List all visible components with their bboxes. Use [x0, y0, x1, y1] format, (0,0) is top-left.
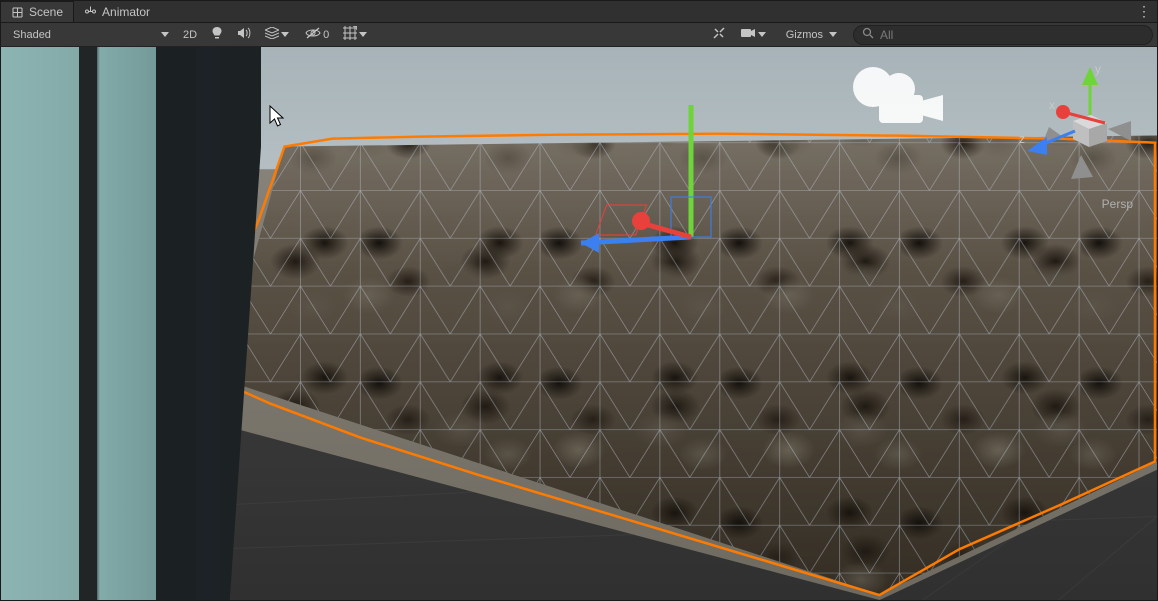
tools-button[interactable] [706, 25, 732, 45]
hidden-count: 0 [323, 29, 329, 41]
chevron-down-icon [279, 32, 291, 38]
wall-pillar [156, 47, 196, 600]
camera-gizmo-icon [849, 65, 945, 127]
chevron-down-icon [756, 32, 768, 38]
scene-toolbar: Shaded 2D 0 Gizmos [1, 23, 1157, 47]
camera-icon [740, 27, 756, 42]
tab-animator[interactable]: Animator [74, 1, 160, 22]
wall-pillar [79, 47, 97, 600]
tab-scene-label: Scene [29, 5, 63, 19]
2d-toggle-button[interactable]: 2D [177, 25, 203, 45]
hidden-objects-button[interactable]: 0 [299, 25, 335, 45]
shading-mode-label: Shaded [13, 29, 51, 41]
search-icon [862, 27, 874, 42]
axis-z-label: z [1019, 132, 1025, 146]
2d-label: 2D [183, 29, 197, 41]
grid-snap-icon [343, 26, 357, 43]
layers-icon [265, 27, 279, 42]
tab-animator-label: Animator [102, 5, 150, 19]
speaker-icon [237, 27, 251, 42]
lightbulb-icon [211, 26, 223, 43]
gizmos-dropdown-button[interactable]: Gizmos [776, 25, 845, 45]
orientation-gizmo[interactable]: y x z [1013, 59, 1143, 189]
axis-x-label: x [1049, 98, 1055, 112]
fx-dropdown-button[interactable] [259, 25, 297, 45]
tab-bar: Scene Animator ⋮ [1, 1, 1157, 23]
grid-dropdown-button[interactable] [337, 25, 375, 45]
scene-tab-icon [11, 6, 24, 19]
tab-bar-spacer [160, 1, 1131, 22]
chevron-down-icon [827, 32, 839, 38]
audio-toggle-button[interactable] [231, 25, 257, 45]
scene-search-field[interactable] [853, 25, 1153, 45]
eye-off-icon [305, 27, 321, 42]
scene-search-input[interactable] [880, 28, 1144, 42]
lighting-toggle-button[interactable] [205, 25, 229, 45]
projection-label[interactable]: Persp [1102, 197, 1133, 211]
gizmos-label: Gizmos [786, 29, 823, 41]
window-menu-button[interactable]: ⋮ [1131, 1, 1157, 22]
scene-window: Scene Animator ⋮ Shaded 2D 0 [0, 0, 1158, 601]
chevron-down-icon [159, 32, 171, 38]
shading-mode-dropdown[interactable]: Shaded [5, 25, 175, 45]
animator-tab-icon [84, 5, 97, 18]
camera-dropdown-button[interactable] [734, 25, 774, 45]
wall-object[interactable] [1, 47, 261, 600]
tab-scene[interactable]: Scene [1, 1, 74, 22]
tools-icon [712, 26, 726, 43]
chevron-down-icon [357, 32, 369, 38]
axis-y-label: y [1095, 62, 1101, 76]
scene-viewport[interactable]: y x z Persp [1, 47, 1157, 600]
